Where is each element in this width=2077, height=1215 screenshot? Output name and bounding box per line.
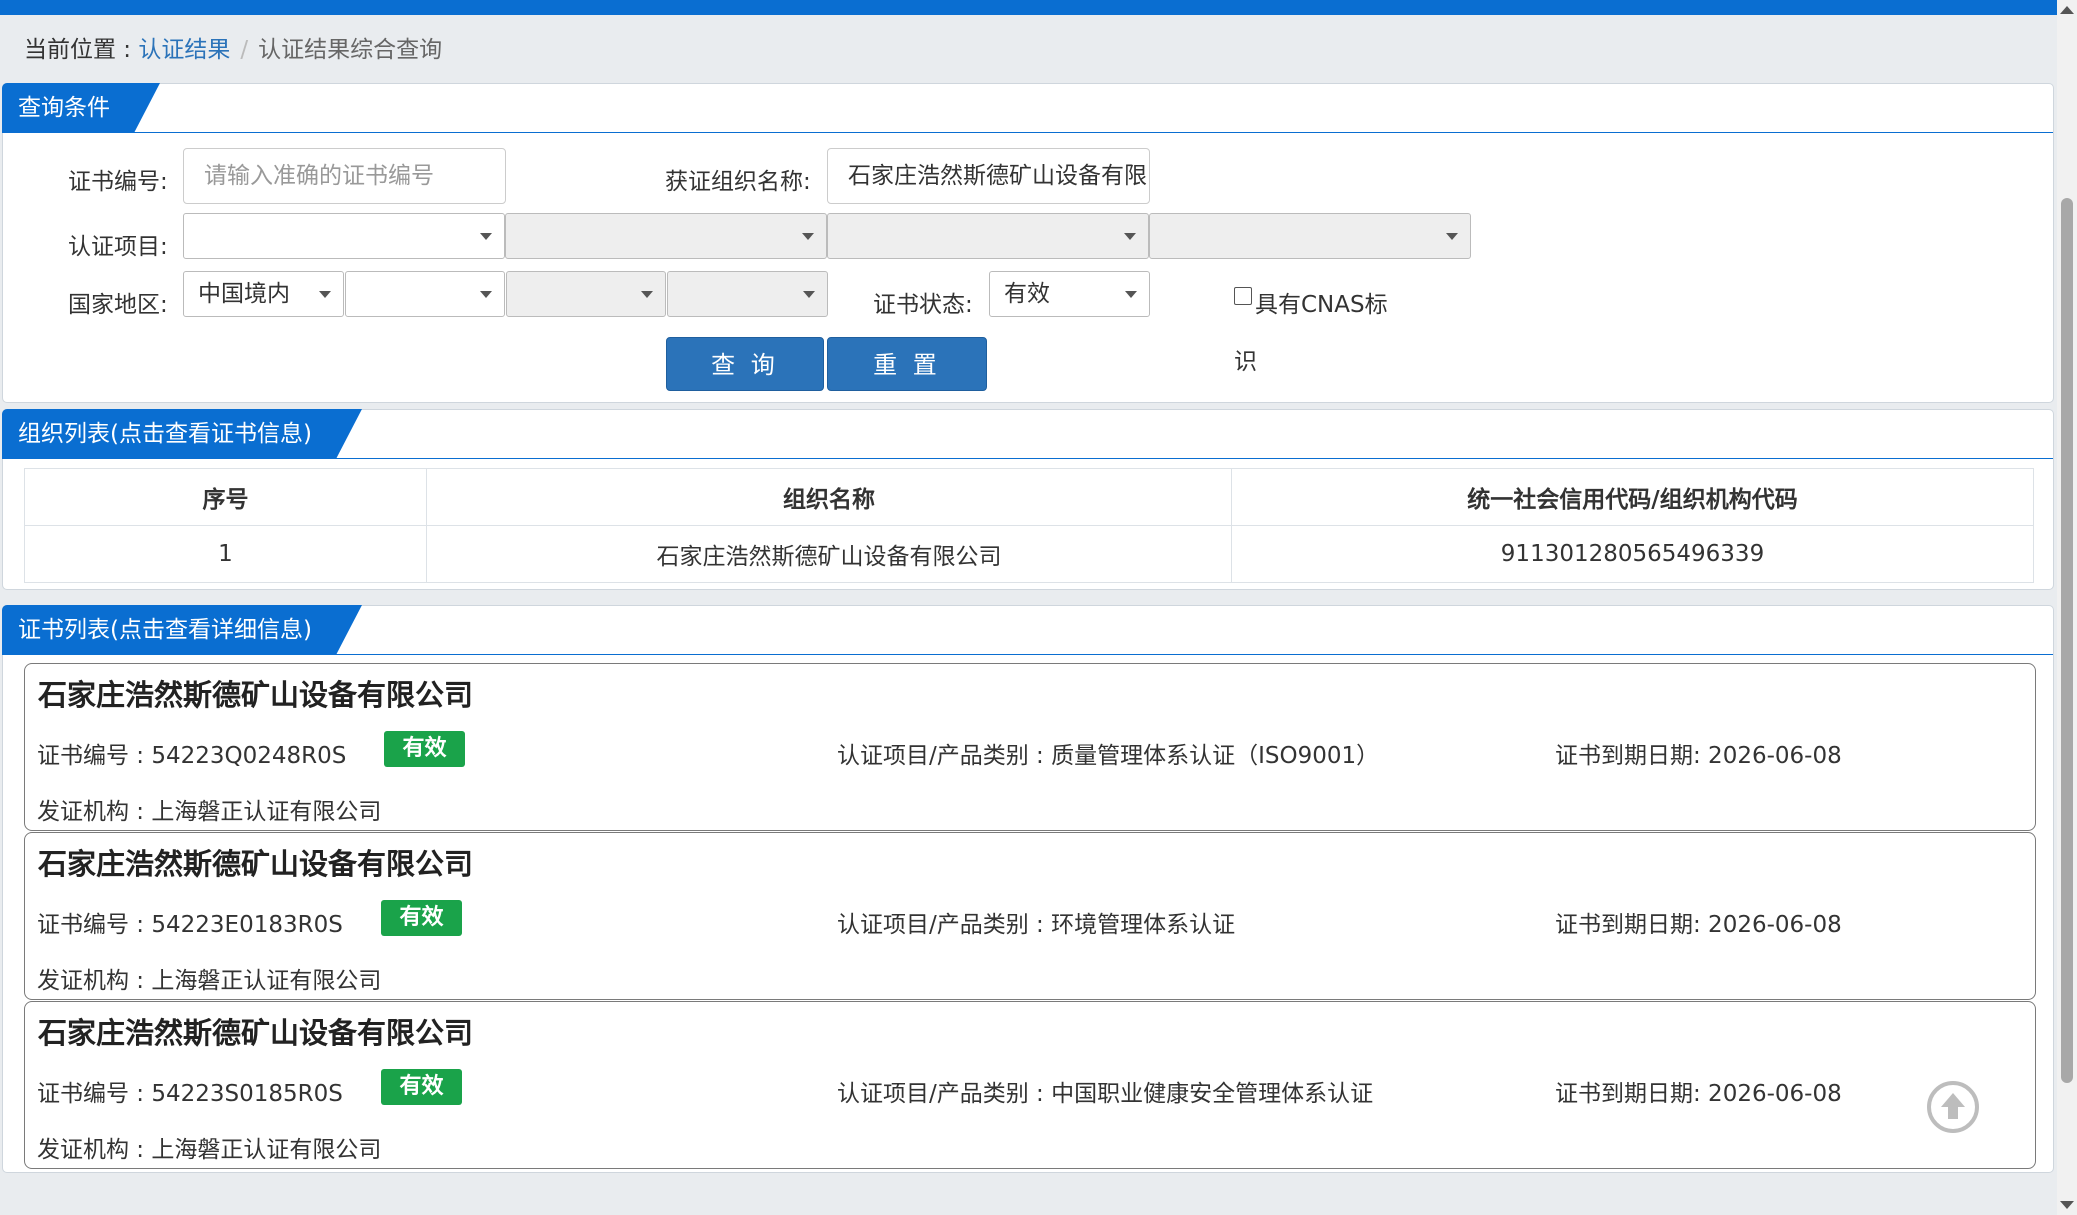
org-table-header-row: 序号 组织名称 统一社会信用代码/组织机构代码 <box>24 468 2034 526</box>
city-select[interactable] <box>506 271 666 317</box>
cert-org-name: 石家庄浩然斯德矿山设备有限公司 <box>38 678 474 712</box>
project-select-1[interactable] <box>183 213 505 259</box>
cert-issuer: 发证机构 : 上海磐正认证有限公司 <box>37 1137 382 1163</box>
caret-down-icon <box>802 233 814 240</box>
org-list-title: 组织列表(点击查看证书信息) <box>2 409 362 459</box>
arrow-up-circle-icon <box>1941 1093 1965 1119</box>
panel-header-rule <box>3 654 2053 655</box>
scroll-down-arrow-icon[interactable] <box>2060 1201 2074 1209</box>
column-header-credit-code: 统一社会信用代码/组织机构代码 <box>1231 468 2034 526</box>
cert-no-label: 证书编号: <box>68 169 168 195</box>
project-select-3[interactable] <box>827 213 1149 259</box>
cert-card[interactable]: 石家庄浩然斯德矿山设备有限公司 证书编号 : 54223Q0248R0S 有效 … <box>24 663 2036 831</box>
row-credit-code: 911301280565496339 <box>1231 525 2034 583</box>
project-label: 认证项目: <box>68 234 168 260</box>
province-select[interactable] <box>345 271 505 317</box>
status-badge: 有效 <box>384 731 465 767</box>
query-panel-title: 查询条件 <box>2 83 160 133</box>
caret-down-icon <box>641 291 653 298</box>
status-badge: 有效 <box>381 1069 462 1105</box>
query-panel: 查询条件 证书编号: 请输入准确的证书编号 获证组织名称: 石家庄浩然斯德矿山设… <box>2 83 2054 403</box>
cert-issuer: 发证机构 : 上海磐正认证有限公司 <box>37 799 382 825</box>
panel-header-rule <box>3 132 2053 133</box>
query-button[interactable]: 查 询 <box>666 337 824 391</box>
cert-expiry: 证书到期日期: 2026-06-08 <box>1555 912 1842 938</box>
status-badge: 有效 <box>381 900 462 936</box>
org-name-label: 获证组织名称: <box>665 169 811 195</box>
caret-down-icon <box>480 233 492 240</box>
vertical-scrollbar[interactable] <box>2057 0 2077 1215</box>
cert-card[interactable]: 石家庄浩然斯德矿山设备有限公司 证书编号 : 54223S0185R0S 有效 … <box>24 1001 2036 1169</box>
cert-expiry: 证书到期日期: 2026-06-08 <box>1555 743 1842 769</box>
cert-number: 证书编号 : 54223S0185R0S <box>37 1081 343 1107</box>
status-select[interactable]: 有效 <box>989 271 1150 317</box>
row-index: 1 <box>24 525 427 583</box>
cert-project: 认证项目/产品类别 : 环境管理体系认证 <box>837 912 1236 938</box>
cert-number: 证书编号 : 54223E0183R0S <box>37 912 343 938</box>
org-list-panel: 组织列表(点击查看证书信息) 序号 组织名称 统一社会信用代码/组织机构代码 1… <box>2 409 2054 590</box>
table-row[interactable]: 1 石家庄浩然斯德矿山设备有限公司 911301280565496339 <box>24 525 2034 583</box>
org-table: 序号 组织名称 统一社会信用代码/组织机构代码 1 石家庄浩然斯德矿山设备有限公… <box>24 468 2034 583</box>
cert-card[interactable]: 石家庄浩然斯德矿山设备有限公司 证书编号 : 54223E0183R0S 有效 … <box>24 832 2036 1000</box>
region-select-value: 中国境内 <box>198 281 290 307</box>
project-select-4[interactable] <box>1149 213 1471 259</box>
top-accent-bar <box>0 0 2057 15</box>
scrollbar-thumb[interactable] <box>2061 198 2073 1083</box>
cnas-label-wrap: 识 <box>1234 349 1257 375</box>
column-header-index: 序号 <box>24 468 427 526</box>
caret-down-icon <box>1125 291 1137 298</box>
caret-down-icon <box>803 291 815 298</box>
cert-org-name: 石家庄浩然斯德矿山设备有限公司 <box>38 1016 474 1050</box>
breadcrumb-separator: / <box>240 37 249 63</box>
cnas-checkbox[interactable] <box>1234 287 1252 305</box>
breadcrumb-link-results[interactable]: 认证结果 <box>138 37 230 63</box>
caret-down-icon <box>1446 233 1458 240</box>
panel-header-rule <box>3 458 2053 459</box>
caret-down-icon <box>1124 233 1136 240</box>
cert-list-title: 证书列表(点击查看详细信息) <box>2 605 362 655</box>
region-select[interactable]: 中国境内 <box>183 271 344 317</box>
breadcrumb: 当前位置 : 认证结果 / 认证结果综合查询 <box>24 30 442 64</box>
column-header-org-name: 组织名称 <box>426 468 1232 526</box>
cert-no-input[interactable]: 请输入准确的证书编号 <box>183 148 506 204</box>
cert-org-name: 石家庄浩然斯德矿山设备有限公司 <box>38 847 474 881</box>
breadcrumb-prefix: 当前位置 : <box>24 37 139 63</box>
cert-list-panel: 证书列表(点击查看详细信息) 石家庄浩然斯德矿山设备有限公司 证书编号 : 54… <box>2 605 2054 1173</box>
status-select-value: 有效 <box>1004 281 1050 307</box>
district-select[interactable] <box>667 271 828 317</box>
cert-issuer: 发证机构 : 上海磐正认证有限公司 <box>37 968 382 994</box>
back-to-top-button[interactable] <box>1927 1081 1979 1133</box>
cert-number: 证书编号 : 54223Q0248R0S <box>37 743 347 769</box>
status-label: 证书状态: <box>873 292 973 318</box>
cnas-label: 具有CNAS标 <box>1255 292 1388 318</box>
cert-project: 认证项目/产品类别 : 中国职业健康安全管理体系认证 <box>837 1081 1374 1107</box>
cert-expiry: 证书到期日期: 2026-06-08 <box>1555 1081 1842 1107</box>
caret-down-icon <box>319 291 331 298</box>
reset-button[interactable]: 重 置 <box>827 337 987 391</box>
scroll-up-arrow-icon[interactable] <box>2060 6 2074 14</box>
caret-down-icon <box>480 291 492 298</box>
row-org-name[interactable]: 石家庄浩然斯德矿山设备有限公司 <box>426 525 1232 583</box>
project-select-2[interactable] <box>505 213 827 259</box>
breadcrumb-current: 认证结果综合查询 <box>258 37 443 63</box>
region-label: 国家地区: <box>68 292 168 318</box>
org-name-input[interactable]: 石家庄浩然斯德矿山设备有限 <box>827 148 1150 204</box>
cert-project: 认证项目/产品类别 : 质量管理体系认证（ISO9001） <box>837 743 1380 769</box>
